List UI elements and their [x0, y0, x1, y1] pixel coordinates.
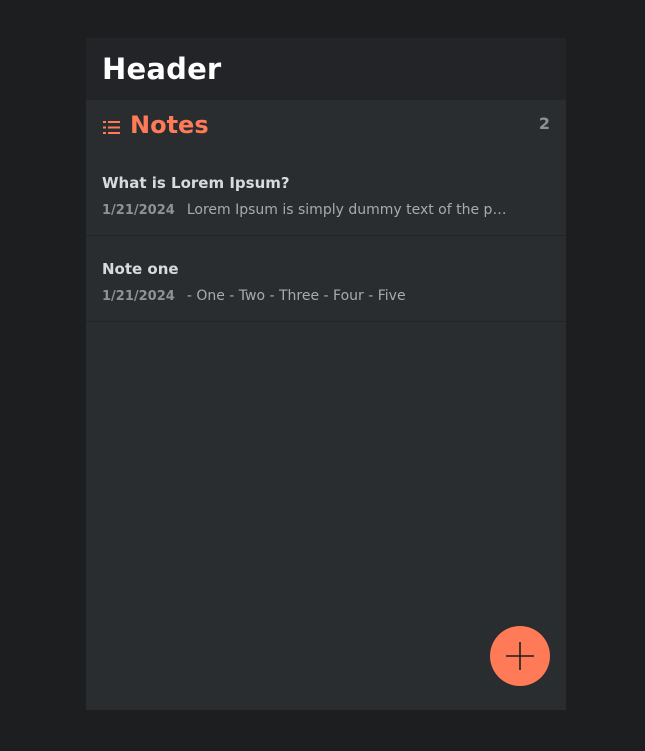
note-item[interactable]: Note one 1/21/2024 - One - Two - Three -… [86, 236, 566, 322]
note-date: 1/21/2024 [102, 203, 175, 218]
note-item[interactable]: What is Lorem Ipsum? 1/21/2024 Lorem Ips… [86, 150, 566, 236]
note-title: Note one [102, 260, 179, 278]
note-preview: Lorem Ipsum is simply dummy text of the … [186, 202, 511, 218]
note-meta: 1/21/2024 Lorem Ipsum is simply dummy te… [102, 202, 566, 218]
app-header: Header [86, 38, 566, 100]
plus-icon [506, 642, 534, 670]
note-meta: 1/21/2024 - One - Two - Three - Four - F… [102, 288, 566, 304]
note-date: 1/21/2024 [102, 289, 175, 304]
notes-title: Notes [130, 111, 209, 139]
notes-section-header: Notes 2 [86, 100, 566, 150]
list-icon [103, 120, 120, 134]
notes-app: Header Notes 2 What is Lorem Ipsum? 1/21… [86, 38, 566, 710]
header-title: Header [102, 52, 222, 86]
notes-count: 2 [538, 114, 550, 133]
note-preview: - One - Two - Three - Four - Five [186, 288, 406, 304]
note-title: What is Lorem Ipsum? [102, 174, 290, 192]
add-note-button[interactable] [490, 626, 550, 686]
